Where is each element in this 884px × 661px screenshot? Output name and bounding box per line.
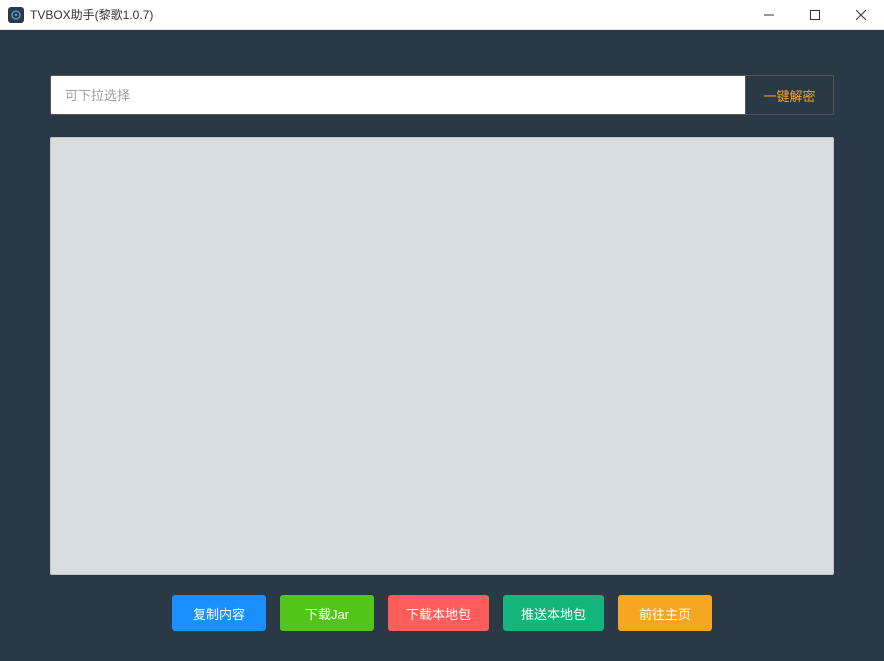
minimize-button[interactable] [746,0,792,29]
titlebar: TVBOX助手(黎歌1.0.7) [0,0,884,30]
app-icon [8,7,24,23]
main-content: 一键解密 复制内容 下载Jar 下载本地包 推送本地包 前往主页 [0,30,884,661]
download-jar-button[interactable]: 下载Jar [280,595,374,631]
close-icon [856,10,866,20]
action-button-row: 复制内容 下载Jar 下载本地包 推送本地包 前往主页 [50,595,834,631]
maximize-icon [810,10,820,20]
close-button[interactable] [838,0,884,29]
go-home-button[interactable]: 前往主页 [618,595,712,631]
window-title: TVBOX助手(黎歌1.0.7) [30,6,746,23]
copy-content-button[interactable]: 复制内容 [172,595,266,631]
minimize-icon [764,10,774,20]
output-textarea[interactable] [50,137,834,575]
app-window: TVBOX助手(黎歌1.0.7) 一键解密 复制内容 下载Jar 下载本地包 推… [0,0,884,661]
push-local-package-button[interactable]: 推送本地包 [503,595,604,631]
decrypt-button[interactable]: 一键解密 [745,76,833,114]
maximize-button[interactable] [792,0,838,29]
input-row: 一键解密 [50,75,834,115]
source-dropdown-input[interactable] [51,76,745,114]
download-local-package-button[interactable]: 下载本地包 [388,595,489,631]
window-controls [746,0,884,29]
